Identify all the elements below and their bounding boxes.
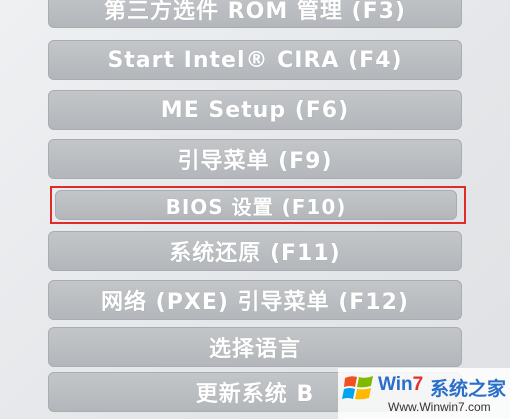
menu-item-label: ME Setup (F6)	[160, 97, 350, 123]
watermark: Win7 系统之家 Www.Winwin7.com	[338, 368, 510, 419]
menu-item-me-setup[interactable]: ME Setup (F6)	[48, 90, 462, 130]
menu-item-label: 引导菜单 (F9)	[177, 149, 333, 174]
windows-logo-icon	[342, 376, 373, 400]
menu-item-network-boot[interactable]: 网络 (PXE) 引导菜单 (F12)	[48, 280, 462, 320]
menu-item-label: 选择语言	[208, 337, 301, 362]
menu-item-boot-menu[interactable]: 引导菜单 (F9)	[48, 139, 462, 179]
watermark-brand-cn: 系统之家	[430, 378, 507, 400]
menu-item-language[interactable]: 选择语言	[48, 327, 462, 367]
watermark-brand: Win7	[378, 374, 424, 395]
menu-item-label: BIOS 设置 (F10)	[165, 194, 347, 219]
menu-item-label: 更新系统 B	[195, 382, 315, 407]
menu-item-label: 系统还原 (F11)	[169, 241, 341, 266]
menu-item-option-rom[interactable]: 第三方选件 ROM 管理 (F3)	[48, 0, 462, 28]
watermark-url: Www.Winwin7.com	[388, 400, 491, 414]
menu-item-label: Start Intel® CIRA (F4)	[107, 47, 403, 73]
menu-item-system-restore[interactable]: 系统还原 (F11)	[48, 231, 462, 271]
menu-item-intel-cira[interactable]: Start Intel® CIRA (F4)	[48, 40, 462, 80]
menu-item-bios-setup[interactable]: BIOS 设置 (F10)	[55, 190, 457, 220]
boot-menu: 第三方选件 ROM 管理 (F3) Start Intel® CIRA (F4)…	[0, 0, 510, 419]
menu-item-label: 网络 (PXE) 引导菜单 (F12)	[101, 290, 409, 315]
menu-item-label: 第三方选件 ROM 管理 (F3)	[104, 0, 406, 24]
